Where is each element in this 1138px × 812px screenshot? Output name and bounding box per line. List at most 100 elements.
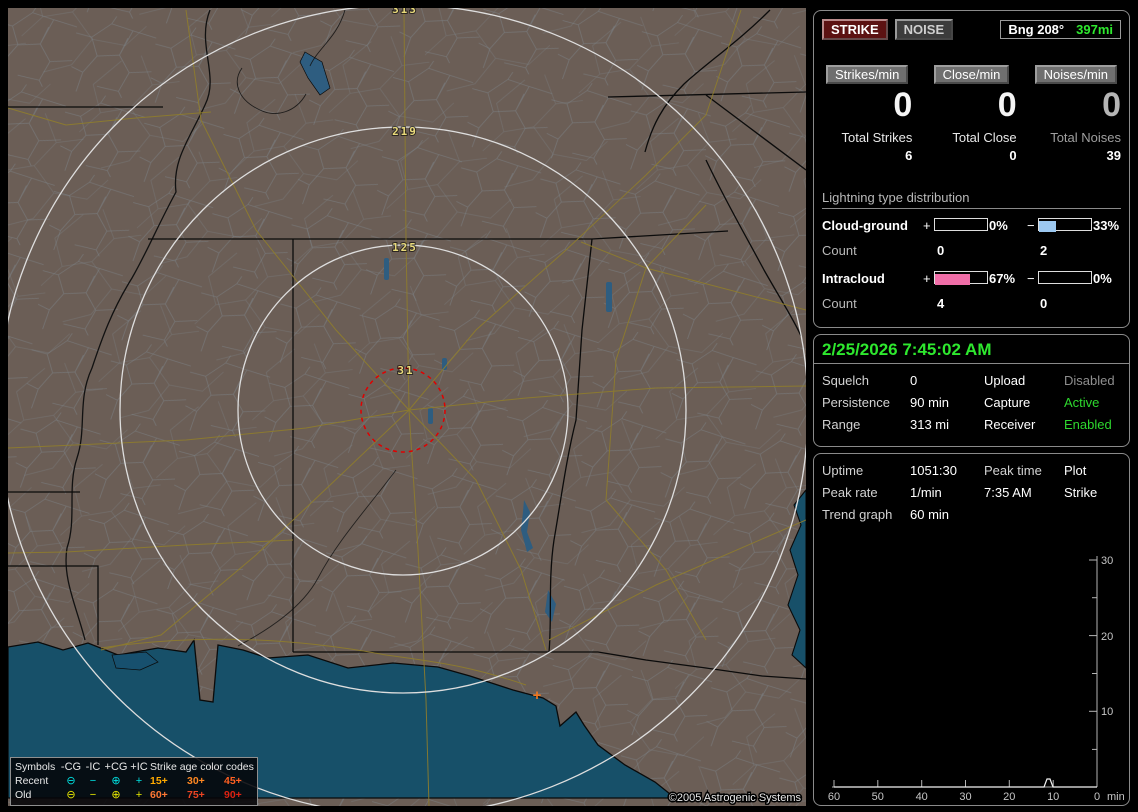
ring-label-313: 313	[392, 8, 418, 16]
ic-negative-count: 0	[1040, 296, 1048, 311]
pos-ic-recent-icon: +	[135, 775, 143, 787]
y-tick-20: 20	[1101, 631, 1113, 643]
lightning-map: 313 219 125 31 + ©2005 Astrogenic System…	[8, 8, 806, 806]
legend-old-label: Old	[15, 789, 32, 801]
ring-label-219: 219	[392, 125, 418, 138]
total-close: Total Close 0	[926, 130, 1016, 163]
trend-graph-label: Trend graph	[822, 507, 893, 522]
trend-graph: 30 20 10 60 50 40 30 20 10 0 min	[828, 555, 1124, 802]
legend-col-neg-ic: -IC	[85, 761, 101, 773]
legend-header-row: Symbols -CG -IC +CG +IC Strike age color…	[15, 760, 254, 774]
cloud-ground-row: Cloud-ground + 0% − 33%	[822, 216, 1121, 238]
neg-ic-old-icon: −	[89, 789, 97, 801]
cg-positive-count: 0	[937, 243, 945, 258]
receiver-status: Enabled	[1064, 417, 1112, 432]
legend-recent-row: Recent ⊖ − ⊕ + 15+ 30+ 45+	[15, 774, 253, 788]
trend-axes	[832, 556, 1098, 788]
age-badge-75: 75+	[187, 789, 205, 801]
map-legend: Symbols -CG -IC +CG +IC Strike age color…	[10, 757, 258, 806]
total-strikes: Total Strikes 6	[822, 130, 913, 163]
peak-time-label: Peak time	[984, 463, 1042, 478]
total-noises-value: 39	[1106, 148, 1121, 163]
ic-positive-count: 4	[937, 296, 945, 311]
trend-tick-labels: 30 20 10 60 50 40 30 20 10 0 min	[828, 555, 1124, 802]
peak-rate-label: Peak rate	[822, 485, 878, 500]
y-tick-10: 10	[1101, 706, 1113, 718]
pos-ic-old-icon: +	[135, 789, 143, 801]
cg-negative-count: 2	[1040, 243, 1048, 258]
total-strikes-label: Total Strikes	[841, 130, 913, 145]
map-copyright: ©2005 Astrogenic Systems	[669, 792, 802, 804]
neg-ic-recent-icon: −	[89, 775, 97, 787]
neg-cg-old-icon: ⊖	[66, 789, 76, 801]
legend-col-pos-cg: +CG	[104, 761, 128, 773]
plus-sign: +	[923, 218, 931, 233]
squelch-value: 0	[910, 373, 918, 388]
plot-value: Strike	[1064, 485, 1098, 500]
minus-sign: −	[1027, 218, 1035, 233]
ring-label-125: 125	[392, 241, 418, 254]
ic-negative-pct: 0%	[1093, 271, 1112, 286]
total-noises-label: Total Noises	[1050, 130, 1121, 145]
persistence-value: 90 min	[910, 395, 950, 410]
x-tick-0: 0	[1094, 791, 1100, 802]
upload-label: Upload	[984, 373, 1026, 388]
ring-label-31: 31	[397, 364, 414, 377]
cloud-ground-label: Cloud-ground	[822, 218, 908, 233]
age-badge-30: 30+	[187, 775, 205, 787]
noises-per-min-value: 0	[1102, 86, 1121, 124]
bearing-readout: Bng 208° 397mi	[1000, 20, 1121, 39]
datetime-display: 2/25/2026 7:45:02 AM	[814, 335, 1129, 364]
total-strikes-value: 6	[905, 148, 913, 163]
x-tick-30: 30	[959, 791, 971, 802]
total-close-value: 0	[1009, 148, 1017, 163]
noise-toggle-button[interactable]: NOISE	[894, 19, 954, 40]
cg-negative-bar	[1038, 218, 1092, 232]
legend-recent-label: Recent	[15, 775, 49, 787]
bearing-label: Bng 208°	[1008, 22, 1065, 37]
x-tick-60: 60	[828, 791, 840, 802]
intracloud-label: Intracloud	[822, 271, 885, 286]
x-axis-unit: min	[1107, 791, 1124, 802]
distribution-title: Lightning type distribution	[822, 190, 1121, 209]
age-badge-60: 60+	[150, 789, 168, 801]
capture-label: Capture	[984, 395, 1031, 410]
legend-col-neg-cg: -CG	[60, 761, 82, 773]
count-label: Count	[822, 243, 857, 258]
range-value: 313 mi	[910, 417, 950, 432]
persistence-label: Persistence	[822, 395, 890, 410]
strike-toggle-button[interactable]: STRIKE	[822, 19, 888, 40]
map-canvas: 313 219 125 31 + ©2005 Astrogenic System…	[8, 8, 806, 806]
close-per-min-value: 0	[997, 86, 1017, 124]
cg-positive-bar	[934, 218, 988, 231]
cg-positive-pct: 0%	[989, 218, 1008, 233]
stats-trend-panel: Uptime 1051:30 Peak time Plot Peak rate …	[813, 453, 1130, 806]
strikes-per-min-button[interactable]: Strikes/min	[826, 65, 909, 84]
peak-rate-value: 1/min	[910, 485, 942, 500]
age-badge-15: 15+	[150, 775, 168, 787]
legend-age-title: Strike age color codes	[150, 761, 254, 773]
status-panel: 2/25/2026 7:45:02 AM Squelch 0 Upload Di…	[813, 334, 1130, 447]
intracloud-count-row: Count 4 0	[822, 294, 1121, 315]
range-label: Range	[822, 417, 861, 432]
legend-col-pos-ic: +IC	[130, 761, 148, 773]
uptime-label: Uptime	[822, 463, 864, 478]
pos-cg-old-icon: ⊕	[111, 789, 121, 801]
pos-cg-recent-icon: ⊕	[111, 775, 121, 787]
count-label: Count	[822, 296, 857, 311]
upload-status: Disabled	[1064, 373, 1115, 388]
ic-positive-bar	[934, 271, 988, 285]
x-tick-50: 50	[872, 791, 884, 802]
peak-time-value: 7:35 AM	[984, 485, 1032, 500]
neg-cg-recent-icon: ⊖	[66, 775, 76, 787]
squelch-label: Squelch	[822, 373, 869, 388]
x-tick-10: 10	[1047, 791, 1059, 802]
legend-symbols-label: Symbols	[15, 761, 56, 773]
total-close-label: Total Close	[952, 130, 1017, 145]
plot-label: Plot	[1064, 463, 1087, 478]
legend-old-row: Old ⊖ − ⊕ + 60+ 75+ 90+	[15, 788, 253, 802]
close-per-min-button[interactable]: Close/min	[933, 65, 1010, 84]
age-badge-45: 45+	[224, 775, 242, 787]
noises-per-min-button[interactable]: Noises/min	[1034, 65, 1117, 84]
counters-panel: STRIKE NOISE Bng 208° 397mi Strikes/min …	[813, 10, 1130, 328]
